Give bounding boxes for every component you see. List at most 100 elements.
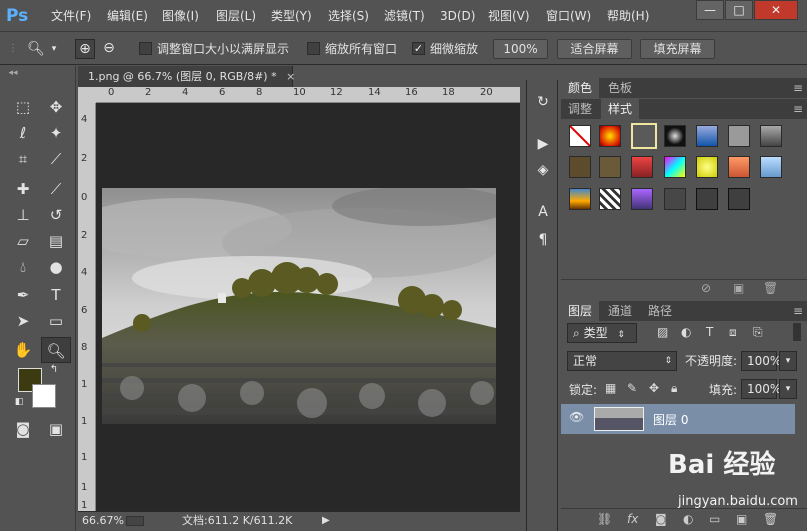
new-style-icon[interactable]: ▣ xyxy=(733,281,744,295)
menu-select[interactable]: 选择(S) xyxy=(328,0,369,32)
document-tab[interactable]: 1.png @ 66.7% (图层 0, RGB/8#) * × xyxy=(78,66,295,88)
tab-paths[interactable]: 路径 xyxy=(641,301,679,321)
menu-file[interactable]: 文件(F) xyxy=(51,0,91,32)
history-brush-tool-icon[interactable]: ↺ xyxy=(41,202,71,228)
character-panel-icon[interactable]: A xyxy=(533,202,553,222)
close-button[interactable]: ✕ xyxy=(754,0,798,20)
status-menu-arrow-icon[interactable]: ▶ xyxy=(322,512,330,530)
filter-type-icon[interactable]: T xyxy=(706,325,713,339)
zoom-tool-preset-icon[interactable]: 🔍︎ xyxy=(26,40,46,58)
filter-toggle[interactable] xyxy=(793,323,801,341)
style-swatch[interactable] xyxy=(631,188,653,210)
style-swatch[interactable] xyxy=(599,156,621,178)
resize-windows-checkbox[interactable] xyxy=(139,42,152,55)
style-swatch[interactable] xyxy=(569,156,591,178)
adjustment-layer-icon[interactable]: ◐ xyxy=(683,512,693,526)
actions-panel-icon[interactable]: ▶ xyxy=(533,134,553,154)
zoom-in-icon[interactable]: ⊕ xyxy=(75,39,95,59)
eye-icon[interactable]: 👁︎ xyxy=(569,410,584,424)
hand-tool-icon[interactable]: ✋ xyxy=(8,337,38,363)
tab-adjustments[interactable]: 调整 xyxy=(561,99,599,119)
zoom-100-button[interactable]: 100% xyxy=(493,39,548,59)
lasso-tool-icon[interactable]: ℓ xyxy=(8,120,38,146)
layer-row[interactable]: 👁︎ 图层 0 xyxy=(561,404,795,434)
style-swatch[interactable] xyxy=(696,156,718,178)
brush-tool-icon[interactable]: ⟋ xyxy=(41,176,71,202)
opacity-dropdown-icon[interactable]: ▾ xyxy=(779,351,797,371)
tab-swatches[interactable]: 色板 xyxy=(601,78,639,98)
style-swatch[interactable] xyxy=(664,156,686,178)
lock-position-icon[interactable]: ✥ xyxy=(649,381,659,395)
menu-3d[interactable]: 3D(D) xyxy=(440,0,475,32)
style-none-swatch[interactable] xyxy=(569,125,591,147)
layer-filter-select[interactable]: ⌕ 类型 ⇕ xyxy=(567,323,637,343)
properties-panel-icon[interactable]: ◈ xyxy=(533,160,553,180)
fx-icon[interactable]: fx xyxy=(627,512,638,526)
document-image[interactable] xyxy=(102,188,496,424)
filter-shape-icon[interactable]: ⧈ xyxy=(729,325,737,340)
menu-image[interactable]: 图像(I) xyxy=(162,0,199,32)
zoom-tool-icon[interactable]: 🔍︎ xyxy=(41,337,71,363)
fill-screen-button[interactable]: 填充屏幕 xyxy=(640,39,715,59)
fit-screen-button[interactable]: 适合屏幕 xyxy=(557,39,632,59)
screen-mode-icon[interactable]: ▣ xyxy=(41,416,71,442)
pen-tool-icon[interactable]: ✒ xyxy=(8,282,38,308)
close-tab-icon[interactable]: × xyxy=(286,70,295,83)
style-swatch[interactable] xyxy=(696,188,718,210)
fill-input[interactable]: 100% xyxy=(741,379,781,399)
tab-styles[interactable]: 样式 xyxy=(601,99,640,119)
zoom-level[interactable]: 66.67% xyxy=(82,512,124,530)
paragraph-panel-icon[interactable]: ¶ xyxy=(533,230,553,250)
menu-window[interactable]: 窗口(W) xyxy=(546,0,591,32)
group-folder-icon[interactable]: ▭ xyxy=(709,512,720,526)
menu-type[interactable]: 类型(Y) xyxy=(271,0,312,32)
history-panel-icon[interactable]: ↻ xyxy=(533,92,553,112)
opacity-input[interactable]: 100% xyxy=(741,351,781,371)
style-swatch[interactable] xyxy=(599,188,621,210)
background-color-swatch[interactable] xyxy=(32,384,56,408)
layer-thumbnail[interactable] xyxy=(594,407,644,431)
quick-mask-icon[interactable]: ◙ xyxy=(8,416,38,442)
style-swatch[interactable] xyxy=(728,156,750,178)
menu-view[interactable]: 视图(V) xyxy=(488,0,530,32)
scrubby-zoom-checkbox[interactable]: ✓ xyxy=(412,42,425,55)
panel-menu-icon[interactable]: ≡ xyxy=(793,99,803,119)
panel-menu-icon[interactable]: ≡ xyxy=(793,78,803,98)
style-swatch[interactable] xyxy=(760,125,782,147)
healing-brush-tool-icon[interactable]: ✚ xyxy=(8,176,38,202)
style-swatch[interactable] xyxy=(728,188,750,210)
eraser-tool-icon[interactable]: ▱ xyxy=(8,228,38,254)
tab-color[interactable]: 颜色 xyxy=(561,78,600,98)
crop-tool-icon[interactable]: ⌗ xyxy=(8,146,38,172)
menu-edit[interactable]: 编辑(E) xyxy=(107,0,148,32)
layer-name[interactable]: 图层 0 xyxy=(653,411,688,428)
status-preview-icon[interactable] xyxy=(126,516,144,526)
add-mask-icon[interactable]: ◙ xyxy=(655,512,667,526)
swap-colors-icon[interactable]: ↰ xyxy=(48,364,60,376)
link-layers-icon[interactable]: ⛓ xyxy=(597,512,612,526)
dodge-tool-icon[interactable]: ● xyxy=(41,254,71,280)
filter-pixel-icon[interactable]: ▨ xyxy=(657,325,668,339)
filter-adjustment-icon[interactable]: ◐ xyxy=(681,325,691,339)
default-colors-icon[interactable]: ◧ xyxy=(13,396,25,408)
maximize-button[interactable]: □ xyxy=(725,0,753,20)
menu-help[interactable]: 帮助(H) xyxy=(607,0,649,32)
style-swatch[interactable] xyxy=(631,156,653,178)
clear-style-icon[interactable]: ⊘ xyxy=(701,281,711,295)
lock-all-icon[interactable]: 🔒︎ xyxy=(671,381,677,396)
style-swatch[interactable] xyxy=(664,125,686,147)
collapse-toolbox-icon[interactable]: ◂◂ xyxy=(6,68,20,78)
tab-layers[interactable]: 图层 xyxy=(561,301,600,321)
style-swatch[interactable] xyxy=(599,125,621,147)
rectangle-tool-icon[interactable]: ▭ xyxy=(41,308,71,334)
filter-smart-object-icon[interactable]: ⎘ xyxy=(753,325,763,340)
marquee-tool-icon[interactable]: ⬚ xyxy=(8,94,38,120)
chevron-down-icon[interactable]: ▾ xyxy=(48,40,60,58)
lock-pixels-icon[interactable]: ✎ xyxy=(627,381,637,395)
eyedropper-tool-icon[interactable]: ⟋ xyxy=(41,146,71,172)
minimize-button[interactable]: — xyxy=(696,0,724,20)
magic-wand-tool-icon[interactable]: ✦ xyxy=(41,120,71,146)
type-tool-icon[interactable]: T xyxy=(41,282,71,308)
tab-channels[interactable]: 通道 xyxy=(601,301,639,321)
style-swatch[interactable] xyxy=(696,125,718,147)
